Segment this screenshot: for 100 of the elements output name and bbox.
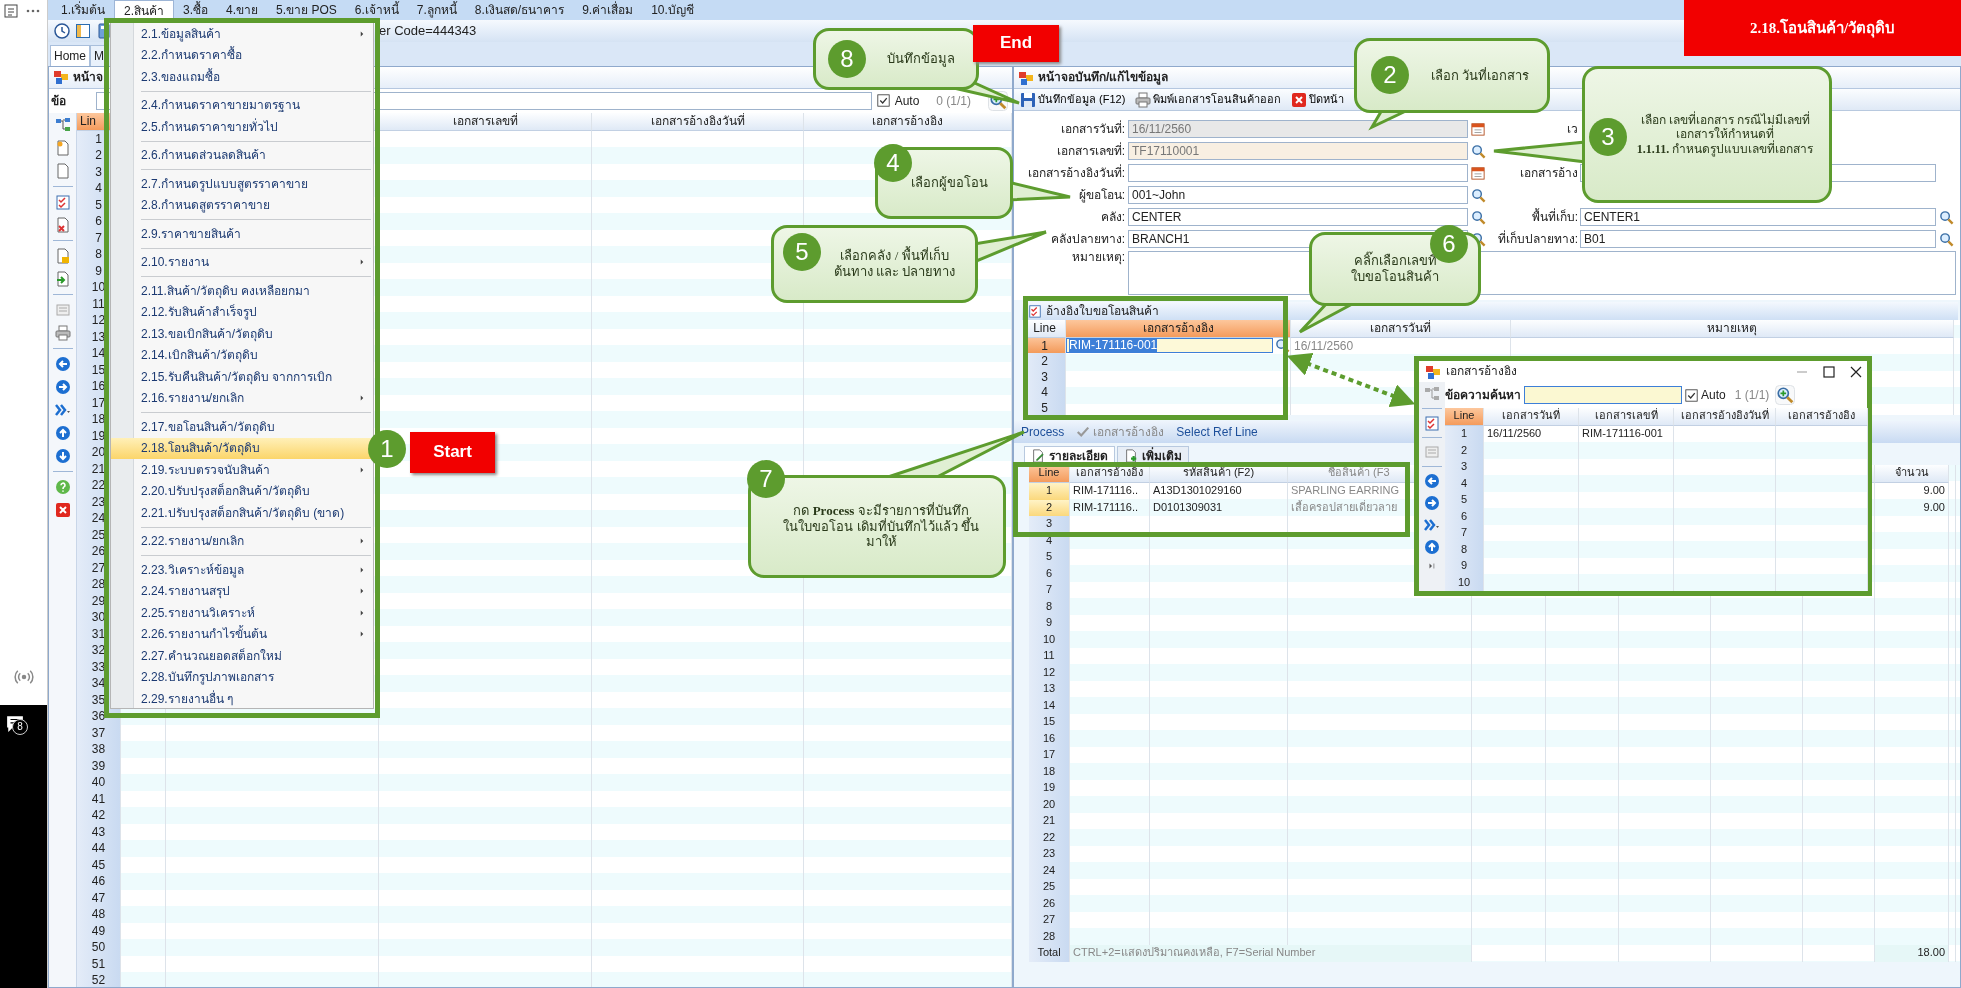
toolbar-button[interactable]: พิมพ์เอกสารโอนสินค้าออก — [1133, 91, 1284, 108]
callout-text: บันทึกข้อมูล — [887, 51, 955, 67]
checklist-icon[interactable] — [54, 193, 71, 210]
menu-item[interactable]: 2.29.รายงานอื่น ๆ — [141, 691, 234, 706]
toolbar-button[interactable]: บันทึกข้อมูล (F12) — [1018, 91, 1128, 108]
menu-item[interactable]: 2.4.กำหนดราคาขายมาตรฐาน — [141, 98, 300, 113]
menu-item[interactable]: 2.14.เบิกสินค้า/วัตถุดิบ — [141, 348, 259, 363]
forward-icon[interactable] — [1424, 495, 1440, 511]
toolbar-button[interactable]: Process — [1018, 424, 1068, 440]
new-document-icon[interactable] — [54, 139, 71, 156]
search-icon[interactable] — [1938, 209, 1954, 225]
menu-item[interactable]: 6.เจ้าหนี้ — [345, 0, 408, 20]
up-icon[interactable] — [1424, 539, 1440, 555]
menu-item[interactable]: 2.สินค้า — [114, 0, 175, 20]
tab[interactable]: รายละเอียด — [1024, 445, 1115, 465]
tab[interactable]: เพิ่มเติม — [1117, 445, 1189, 465]
search-field[interactable] — [1524, 386, 1682, 404]
help-icon[interactable] — [54, 478, 71, 495]
menu-item[interactable]: 2.5.กำหนดราคาขายทั่วไป — [141, 119, 278, 134]
menu-item[interactable]: 2.11.สินค้า/วัตถุดิบ คงเหลือยกมา — [141, 283, 311, 298]
menu-item[interactable]: 2.26.รายงานกำไรขั้นต้น — [141, 627, 267, 642]
menu-item[interactable]: 2.15.รับคืนสินค้า/วัตถุดิบ จากการเบิก — [141, 369, 333, 384]
menu-item[interactable]: 2.10.รายงาน — [141, 255, 209, 270]
search-button[interactable] — [1775, 385, 1796, 405]
search-icon[interactable] — [1470, 187, 1486, 203]
menu-item[interactable]: 2.17.ขอโอนสินค้า/วัตถุดิบ — [141, 419, 276, 434]
input-field[interactable]: CENTER1 — [1580, 208, 1936, 226]
window-title: หน้าจอบันทึก/แก้ไขข้อมูล — [1038, 70, 1169, 85]
menu-item[interactable]: 3.ซื้อ — [174, 0, 218, 20]
menu-item[interactable]: 2.7.กำหนดรูปแบบสูตรราคาขาย — [141, 176, 308, 191]
list-icon[interactable] — [3, 3, 19, 19]
checkbox[interactable] — [1685, 388, 1698, 402]
menu-item[interactable]: 2.16.รายงาน/ยกเลิก — [141, 391, 245, 406]
field-label: ที่เก็บปลายทาง: — [1497, 231, 1578, 246]
field-label: คลัง: — [1100, 209, 1125, 224]
input-field[interactable]: B01 — [1580, 230, 1936, 248]
double-chevron-icon[interactable] — [1424, 517, 1440, 533]
calendar-icon[interactable] — [1471, 122, 1485, 136]
menu-item[interactable]: 2.25.รายงานวิเคราะห์ — [141, 605, 255, 620]
up-icon[interactable] — [54, 424, 71, 441]
column-header: เอกสารวันที่ — [1291, 320, 1511, 338]
delete-document-icon[interactable] — [54, 216, 71, 233]
calendar-icon[interactable] — [1471, 166, 1485, 180]
back-icon[interactable] — [54, 355, 71, 372]
menu-item[interactable]: 2.23.วิเคราะห์ข้อมูล — [141, 562, 244, 577]
row-number: 13 — [1029, 681, 1070, 698]
menu-item[interactable]: 2.28.บันทึกรูปภาพเอกสาร — [141, 670, 274, 685]
menu-item[interactable]: 1.เริ่มต้น — [52, 0, 114, 20]
callout-text: เลือกผู้ขอโอน — [910, 175, 988, 191]
printer-icon[interactable] — [54, 324, 71, 341]
row-number: 1 — [1029, 483, 1070, 500]
search-icon[interactable] — [1275, 338, 1290, 354]
down-icon[interactable] — [54, 447, 71, 464]
import-icon[interactable] — [54, 270, 71, 287]
menu-item[interactable]: 2.6.กำหนดส่วนลดสินค้า — [141, 148, 266, 163]
checkbox[interactable] — [876, 94, 890, 108]
menu-item[interactable]: 9.ค่าเสื่อม — [573, 0, 643, 20]
menu-item[interactable]: 7.ลูกหนี้ — [407, 0, 466, 20]
menu-item[interactable]: 2.13.ขอเบิกสินค้า/วัตถุดิบ — [141, 326, 274, 341]
row-number: 9 — [1029, 615, 1070, 632]
search-icon[interactable] — [1470, 209, 1486, 225]
notification-badge: 8 — [12, 719, 28, 735]
tree-icon[interactable] — [54, 116, 71, 133]
menu-item[interactable]: 2.27.คำนวณยอดสต็อกใหม่ — [141, 648, 282, 663]
search-icon[interactable] — [1938, 231, 1954, 247]
toolbar-button[interactable]: Select Ref Line — [1173, 424, 1261, 440]
input-field[interactable]: CENTER — [1128, 208, 1468, 226]
menu-item[interactable]: 5.ขาย POS — [267, 0, 346, 20]
menu-item[interactable]: 4.ขาย — [217, 0, 268, 20]
clock-icon[interactable] — [54, 23, 70, 39]
search-icon[interactable] — [1470, 143, 1486, 159]
menu-item[interactable]: 8.เงินสด/ธนาคาร — [465, 0, 574, 20]
checklist-icon[interactable] — [1424, 415, 1440, 431]
menu-item[interactable]: 2.20.ปรับปรุงสต็อกสินค้า/วัตถุดิบ — [141, 484, 311, 499]
menu-item[interactable]: 10.บัญชี — [642, 0, 703, 20]
menu-item[interactable]: 2.12.รับสินค้าสำเร็จรูป — [141, 305, 257, 320]
input-field[interactable] — [1128, 164, 1468, 182]
close-icon[interactable] — [54, 501, 71, 518]
menu-item[interactable]: 2.8.กำหนดสูตรราคาขาย — [141, 198, 270, 213]
menu-item[interactable]: 2.2.กำหนดราคาซื้อ — [141, 48, 242, 63]
menu-item[interactable]: 2.21.ปรับปรุงสต็อกสินค้า/วัตถุดิบ (ขาด) — [141, 505, 345, 520]
menu-item[interactable]: 2.24.รายงานสรุป — [141, 584, 230, 599]
forward-icon[interactable] — [54, 378, 71, 395]
menu-item[interactable]: 2.1.ข้อมูลสินค้า — [141, 26, 221, 41]
toolbar-button[interactable]: ปิดหน้า — [1289, 91, 1347, 108]
table-cell: RIM-171116.. — [1070, 499, 1150, 516]
menu-item[interactable]: 2.3.ของแถมซื้อ — [141, 69, 220, 84]
back-icon[interactable] — [1424, 473, 1440, 489]
input-field[interactable]: 001~John — [1128, 186, 1468, 204]
column-header: เอกสารอ้างอิง — [1066, 320, 1291, 338]
calculator-icon[interactable] — [96, 23, 112, 39]
row-number: 5 — [1029, 549, 1070, 566]
input-field[interactable]: RIM-171116-001 — [1066, 338, 1273, 354]
document-icon[interactable] — [54, 162, 71, 179]
tab[interactable]: Home — [50, 44, 90, 66]
menu-item[interactable]: 2.22.รายงาน/ยกเลิก — [141, 534, 245, 549]
menu-item[interactable]: 2.9.ราคาขายสินค้า — [141, 226, 241, 241]
menu-item[interactable]: 2.19.ระบบตรวจนับสินค้า — [141, 462, 270, 477]
window-icon[interactable] — [75, 23, 91, 39]
broadcast-icon[interactable] — [13, 667, 34, 687]
